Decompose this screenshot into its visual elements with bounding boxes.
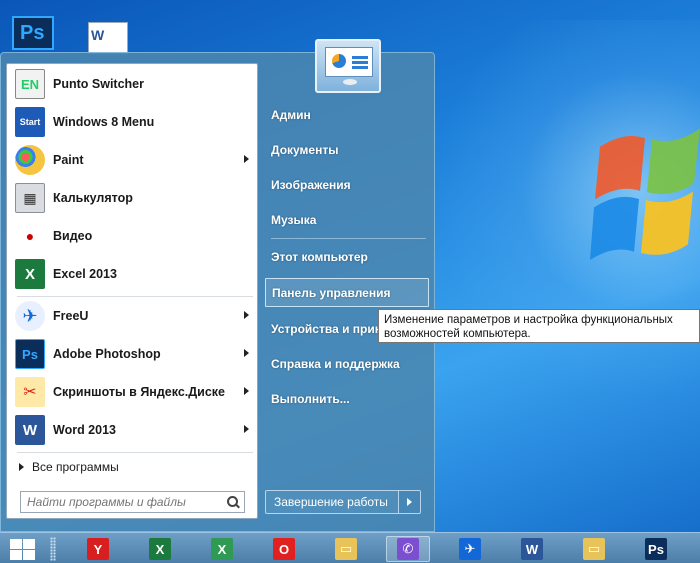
- word-icon: W: [521, 538, 543, 560]
- windows-logo-pane: [23, 539, 35, 549]
- program-windows8-menu[interactable]: Start Windows 8 Menu: [9, 104, 255, 140]
- all-programs-button[interactable]: Все программы: [19, 458, 119, 476]
- program-label: Punto Switcher: [53, 77, 144, 91]
- program-excel[interactable]: X Excel 2013: [9, 256, 255, 292]
- word-document-desktop-icon[interactable]: W: [88, 22, 128, 54]
- photoshop-desktop-icon[interactable]: Ps: [12, 16, 54, 50]
- program-label: Windows 8 Menu: [53, 115, 155, 129]
- menu-item-pictures[interactable]: Изображения: [265, 170, 429, 199]
- video-icon: ●: [15, 221, 45, 251]
- program-label: Видео: [53, 229, 93, 243]
- program-label: FreeU: [53, 309, 89, 323]
- freeu-icon: ✈: [15, 301, 45, 331]
- search-box[interactable]: [20, 491, 245, 513]
- program-punto-switcher[interactable]: EN Punto Switcher: [9, 66, 255, 102]
- user-picture-base: [343, 79, 357, 85]
- programs-divider: [17, 296, 253, 297]
- photoshop-icon: Ps: [645, 538, 667, 560]
- program-paint[interactable]: Paint: [9, 142, 255, 178]
- punto-switcher-icon: EN: [15, 69, 45, 99]
- submenu-arrow-icon[interactable]: [244, 155, 249, 163]
- yandex-browser-icon: Y: [87, 538, 109, 560]
- tooltip-line: возможностей компьютера.: [384, 328, 531, 340]
- taskbar-word[interactable]: W: [510, 536, 554, 562]
- taskbar-yandex-browser[interactable]: Y: [76, 536, 120, 562]
- windows8-menu-icon: Start: [15, 107, 45, 137]
- tooltip-line: Изменение параметров и настройка функцио…: [384, 314, 673, 326]
- calculator-icon: ▦: [15, 183, 45, 213]
- start-button[interactable]: [8, 537, 38, 561]
- menu-item-run[interactable]: Выполнить...: [265, 384, 429, 413]
- explorer-icon: ▭: [335, 538, 357, 560]
- photoshop-icon: Ps: [15, 339, 45, 369]
- windows-logo-pane: [23, 550, 35, 560]
- program-video[interactable]: ● Видео: [9, 218, 255, 254]
- menu-item-admin[interactable]: Админ: [265, 100, 429, 129]
- excel-file-icon: X: [211, 538, 233, 560]
- paint-palette-icon: [15, 145, 45, 175]
- yandex-screenshot-icon: ✂: [15, 377, 45, 407]
- taskbar-folder[interactable]: ▭: [572, 536, 616, 562]
- right-pane-divider: [271, 238, 426, 239]
- search-input[interactable]: [21, 492, 222, 512]
- program-label: Paint: [53, 153, 84, 167]
- programs-divider: [17, 452, 253, 453]
- programs-pane: EN Punto Switcher Start Windows 8 Menu P…: [6, 63, 258, 519]
- program-label: Скриншоты в Яндекс.Диске: [53, 385, 226, 399]
- taskbar-excel[interactable]: X: [138, 536, 182, 562]
- control-panel-tooltip: Изменение параметров и настройка функцио…: [378, 309, 700, 343]
- program-adobe-photoshop[interactable]: Ps Adobe Photoshop: [9, 336, 255, 372]
- shutdown-group: Завершение работы: [265, 490, 421, 514]
- shutdown-options-arrow-icon[interactable]: [397, 491, 420, 513]
- menu-item-help-support[interactable]: Справка и поддержка: [265, 349, 429, 378]
- taskbar: Y X X O ▭ ✆ ✈ W ▭ Ps: [0, 532, 700, 563]
- taskbar-excel-file[interactable]: X: [200, 536, 244, 562]
- taskbar-grip[interactable]: [50, 537, 56, 561]
- submenu-arrow-icon[interactable]: [244, 425, 249, 433]
- program-label: Калькулятор: [53, 191, 133, 205]
- taskbar-photoshop[interactable]: Ps: [634, 536, 678, 562]
- excel-icon: X: [15, 259, 45, 289]
- expand-arrow-icon: [19, 463, 24, 471]
- program-label: Adobe Photoshop: [53, 347, 161, 361]
- taskbar-opera[interactable]: O: [262, 536, 306, 562]
- taskbar-freeu[interactable]: ✈: [448, 536, 492, 562]
- program-freeu[interactable]: ✈ FreeU: [9, 298, 255, 334]
- menu-item-documents[interactable]: Документы: [265, 135, 429, 164]
- program-word[interactable]: W Word 2013: [9, 412, 255, 448]
- submenu-arrow-icon[interactable]: [244, 311, 249, 319]
- opera-icon: O: [273, 538, 295, 560]
- freeu-icon: ✈: [459, 538, 481, 560]
- shutdown-button[interactable]: Завершение работы: [266, 491, 398, 513]
- user-picture[interactable]: [315, 39, 381, 93]
- taskbar-viber[interactable]: ✆: [386, 536, 430, 562]
- word-icon: W: [15, 415, 45, 445]
- windows-logo-icon: [10, 539, 22, 549]
- windows-logo-wallpaper: [590, 128, 700, 260]
- submenu-arrow-icon[interactable]: [244, 349, 249, 357]
- menu-item-control-panel[interactable]: Панель управления: [265, 278, 429, 307]
- control-panel-picture-icon: [325, 47, 373, 77]
- program-label: Word 2013: [53, 423, 116, 437]
- folder-icon: ▭: [583, 538, 605, 560]
- program-yandex-screenshots[interactable]: ✂ Скриншоты в Яндекс.Диске: [9, 374, 255, 410]
- start-menu: EN Punto Switcher Start Windows 8 Menu P…: [0, 39, 435, 532]
- search-icon[interactable]: [222, 492, 244, 512]
- menu-item-music[interactable]: Музыка: [265, 205, 429, 234]
- windows-logo-pane: [10, 550, 22, 560]
- program-label: Excel 2013: [53, 267, 117, 281]
- viber-icon: ✆: [397, 538, 419, 560]
- submenu-arrow-icon[interactable]: [244, 387, 249, 395]
- all-programs-label: Все программы: [32, 460, 119, 474]
- menu-item-this-computer[interactable]: Этот компьютер: [265, 242, 429, 271]
- excel-icon: X: [149, 538, 171, 560]
- taskbar-explorer[interactable]: ▭: [324, 536, 368, 562]
- program-calculator[interactable]: ▦ Калькулятор: [9, 180, 255, 216]
